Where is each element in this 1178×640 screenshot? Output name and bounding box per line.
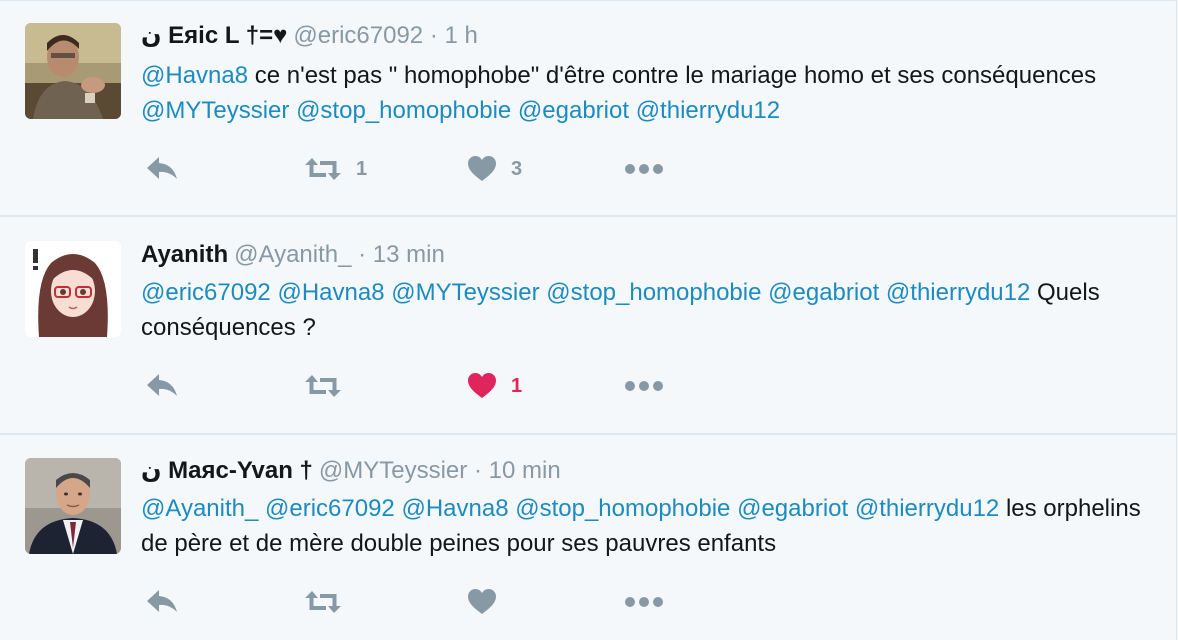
- mention-link[interactable]: @Ayanith_: [141, 495, 258, 522]
- reply-icon: [147, 590, 177, 612]
- username[interactable]: @eric67092: [293, 22, 423, 49]
- mention-link[interactable]: @MYTeyssier: [391, 279, 539, 306]
- more-icon: [625, 164, 663, 174]
- avatar[interactable]: [25, 458, 121, 554]
- like-button[interactable]: 3: [467, 153, 522, 185]
- separator: ·: [358, 241, 367, 268]
- separator: ·: [473, 457, 482, 484]
- tweet-text: @eric67092 @Havna8 @MYTeyssier @stop_hom…: [141, 275, 1151, 345]
- retweet-button[interactable]: 1: [304, 153, 367, 185]
- display-name[interactable]: ن Eяic L †=♥: [141, 22, 287, 49]
- retweet-icon: [305, 158, 341, 180]
- mention-link[interactable]: @eric67092: [265, 495, 395, 522]
- username[interactable]: @MYTeyssier: [319, 457, 467, 484]
- avatar[interactable]: [25, 241, 121, 337]
- more-button[interactable]: [624, 370, 664, 402]
- avatar-eric: [25, 23, 121, 119]
- tweet-text: @Ayanith_ @eric67092 @Havna8 @stop_homop…: [141, 491, 1151, 561]
- retweet-icon: [305, 591, 341, 613]
- mention-link[interactable]: @egabriot: [768, 279, 879, 306]
- mention-link[interactable]: @egabriot: [518, 97, 629, 124]
- retweet-icon: [305, 375, 341, 397]
- mention-link[interactable]: @stop_homophobie: [515, 495, 730, 522]
- avatar[interactable]: [25, 23, 121, 119]
- tweet-text-segment: [848, 495, 855, 522]
- mention-link[interactable]: @Havna8: [141, 62, 248, 89]
- tweet-actions: 1 3: [141, 153, 741, 185]
- mention-link[interactable]: @thierrydu12: [636, 97, 780, 124]
- tweet-actions: 1: [141, 370, 741, 402]
- tweet-text-segment: [511, 97, 518, 124]
- heart-icon: [468, 373, 496, 398]
- reply-icon: [147, 374, 177, 396]
- mention-link[interactable]: @MYTeyssier: [141, 97, 289, 124]
- like-button[interactable]: 1: [467, 370, 522, 402]
- mention-link[interactable]: @eric67092: [141, 279, 271, 306]
- reply-button[interactable]: [145, 153, 179, 185]
- tweet[interactable]: Ayanith @Ayanith_ · 13 min @eric67092 @Ha…: [0, 215, 1176, 433]
- mention-link[interactable]: @thierrydu12: [855, 495, 999, 522]
- more-button[interactable]: [624, 153, 664, 185]
- tweet[interactable]: ن Eяic L †=♥ @eric67092 · 1 h @Havna8 ce …: [0, 0, 1176, 215]
- tweet-header: Ayanith @Ayanith_ · 13 min: [141, 240, 445, 270]
- more-icon: [625, 381, 663, 391]
- like-count: 3: [511, 157, 523, 180]
- tweet-header: ن Maяc-Yvan † @MYTeyssier · 10 min: [141, 456, 561, 486]
- heart-icon: [468, 589, 496, 614]
- mention-link[interactable]: @stop_homophobie: [546, 279, 761, 306]
- like-count: 1: [511, 374, 523, 397]
- like-button[interactable]: [467, 586, 511, 618]
- mention-link[interactable]: @egabriot: [737, 495, 848, 522]
- timestamp[interactable]: 10 min: [489, 457, 561, 484]
- avatar-marc: [25, 458, 121, 554]
- mention-link[interactable]: @stop_homophobie: [296, 97, 511, 124]
- tweet-header: ن Eяic L †=♥ @eric67092 · 1 h: [141, 21, 478, 51]
- retweet-button[interactable]: [304, 370, 356, 402]
- mention-link[interactable]: @thierrydu12: [886, 279, 1030, 306]
- timestamp[interactable]: 1 h: [444, 22, 477, 49]
- separator: ·: [429, 22, 438, 49]
- mention-link[interactable]: @Havna8: [401, 495, 508, 522]
- more-button[interactable]: [624, 586, 664, 618]
- retweet-button[interactable]: [304, 586, 356, 618]
- avatar-ayanith: [25, 241, 121, 337]
- display-name[interactable]: ن Maяc-Yvan †: [141, 457, 313, 484]
- reply-button[interactable]: [145, 370, 179, 402]
- mention-link[interactable]: @Havna8: [277, 279, 384, 306]
- tweet-text-segment: [879, 279, 886, 306]
- timestamp[interactable]: 13 min: [373, 241, 445, 268]
- username[interactable]: @Ayanith_: [234, 241, 351, 268]
- tweet-text-segment: ce n'est pas " homophobe" d'être contre …: [248, 62, 1097, 89]
- tweet-text-segment: [629, 97, 636, 124]
- tweet[interactable]: ن Maяc-Yvan † @MYTeyssier · 10 min @Ayani…: [0, 433, 1176, 640]
- tweet-text: @Havna8 ce n'est pas " homophobe" d'être…: [141, 58, 1151, 128]
- tweet-text-segment: [258, 495, 265, 522]
- reply-icon: [147, 157, 177, 179]
- more-icon: [625, 597, 663, 607]
- display-name[interactable]: Ayanith: [141, 241, 228, 268]
- reply-button[interactable]: [145, 586, 179, 618]
- retweet-count: 1: [356, 157, 368, 180]
- heart-icon: [468, 156, 496, 181]
- tweet-actions: [141, 586, 741, 618]
- timeline: ن Eяic L †=♥ @eric67092 · 1 h @Havna8 ce …: [0, 0, 1177, 640]
